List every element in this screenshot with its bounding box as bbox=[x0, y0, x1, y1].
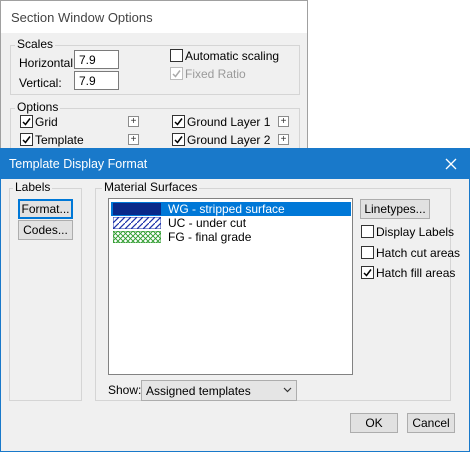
surface-label: WG - stripped surface bbox=[168, 202, 285, 216]
close-icon bbox=[445, 158, 457, 170]
show-select-value: Assigned templates bbox=[146, 384, 251, 398]
grid-expand-icon[interactable]: + bbox=[128, 116, 139, 127]
fixed-ratio-label: Fixed Ratio bbox=[185, 67, 246, 81]
section-window-titlebar[interactable]: Section Window Options bbox=[1, 1, 307, 33]
vertical-scale-input[interactable]: 7.9 bbox=[74, 71, 119, 90]
fg-surface-swatch bbox=[113, 231, 161, 243]
ground-layer-1-checkbox[interactable] bbox=[172, 115, 185, 128]
wg-surface-swatch bbox=[113, 203, 161, 215]
surface-label: FG - final grade bbox=[168, 230, 252, 244]
display-labels-checkbox[interactable] bbox=[361, 225, 374, 238]
template-checkbox[interactable] bbox=[20, 133, 33, 146]
template-expand-icon[interactable]: + bbox=[128, 134, 139, 145]
format-button[interactable]: Format... bbox=[18, 199, 73, 219]
cancel-button[interactable]: Cancel bbox=[407, 413, 455, 433]
section-window-title: Section Window Options bbox=[11, 10, 153, 25]
template-label: Template bbox=[35, 133, 84, 147]
automatic-scaling-label: Automatic scaling bbox=[185, 49, 280, 63]
hatch-fill-checkbox[interactable] bbox=[361, 266, 374, 279]
hatch-cut-checkbox[interactable] bbox=[361, 246, 374, 259]
ground-layer-1-expand-icon[interactable]: + bbox=[278, 116, 289, 127]
checkmark-icon bbox=[172, 70, 181, 78]
ok-button[interactable]: OK bbox=[350, 413, 398, 433]
automatic-scaling-checkbox[interactable] bbox=[170, 49, 183, 62]
chevron-down-icon bbox=[283, 387, 292, 393]
horizontal-label: Horizontal: bbox=[19, 56, 77, 70]
checkmark-icon bbox=[363, 269, 372, 277]
list-item[interactable]: FG - final grade bbox=[111, 230, 351, 244]
checkmark-icon bbox=[174, 136, 183, 144]
codes-button[interactable]: Codes... bbox=[18, 220, 73, 240]
hatch-fill-label: Hatch fill areas bbox=[376, 266, 456, 280]
material-surfaces-list[interactable]: WG - stripped surface UC - under cut FG … bbox=[108, 198, 353, 375]
ground-layer-1-label: Ground Layer 1 bbox=[187, 115, 271, 129]
ground-layer-2-expand-icon[interactable]: + bbox=[278, 134, 289, 145]
horizontal-scale-input[interactable]: 7.9 bbox=[74, 50, 119, 69]
list-item[interactable]: UC - under cut bbox=[111, 216, 351, 230]
template-display-format-dialog: Template Display Format Labels Format...… bbox=[0, 148, 470, 452]
material-surfaces-group-label: Material Surfaces bbox=[102, 180, 200, 194]
show-select[interactable]: Assigned templates bbox=[141, 380, 297, 401]
checkmark-icon bbox=[174, 118, 183, 126]
labels-group-label: Labels bbox=[13, 180, 53, 194]
display-labels-label: Display Labels bbox=[376, 225, 455, 239]
template-display-title: Template Display Format bbox=[9, 157, 148, 171]
grid-checkbox[interactable] bbox=[20, 115, 33, 128]
surface-label: UC - under cut bbox=[168, 216, 247, 230]
show-label: Show: bbox=[108, 383, 142, 397]
checkmark-icon bbox=[22, 118, 31, 126]
ground-layer-2-checkbox[interactable] bbox=[172, 133, 185, 146]
fixed-ratio-checkbox[interactable] bbox=[170, 67, 183, 80]
ground-layer-2-label: Ground Layer 2 bbox=[187, 133, 271, 147]
scales-group-label: Scales bbox=[15, 37, 56, 51]
vertical-label: Vertical: bbox=[19, 76, 62, 90]
options-group-label: Options bbox=[15, 100, 61, 114]
hatch-cut-label: Hatch cut areas bbox=[376, 246, 461, 260]
grid-label: Grid bbox=[35, 115, 58, 129]
section-window-options-dialog: Section Window Options Scales Horizontal… bbox=[0, 0, 308, 153]
linetypes-button[interactable]: Linetypes... bbox=[360, 199, 430, 219]
uc-surface-swatch bbox=[113, 217, 161, 229]
list-item[interactable]: WG - stripped surface bbox=[111, 202, 351, 216]
checkmark-icon bbox=[22, 136, 31, 144]
template-display-titlebar[interactable]: Template Display Format bbox=[1, 149, 469, 179]
close-button[interactable] bbox=[439, 152, 463, 176]
